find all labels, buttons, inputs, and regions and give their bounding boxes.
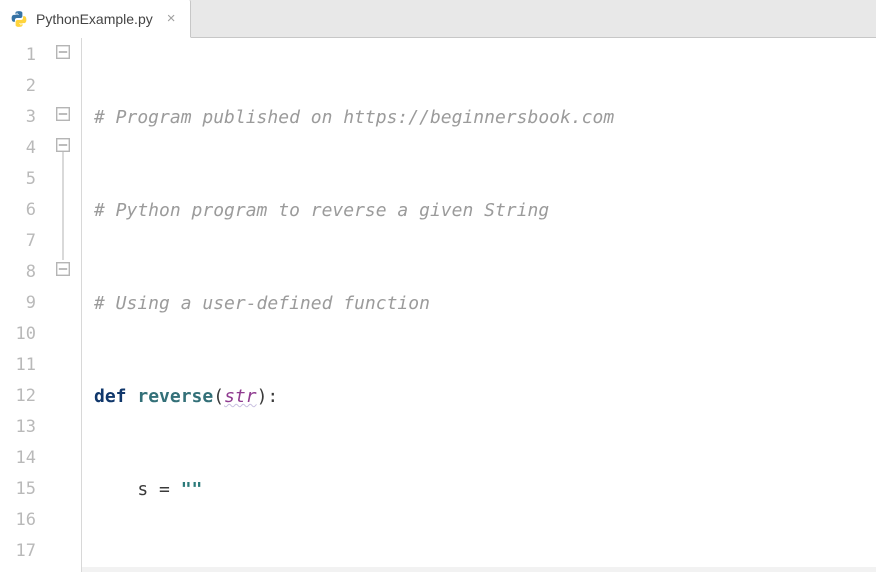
- line-number: 11: [0, 350, 48, 381]
- operator: =: [148, 479, 181, 500]
- code-editor[interactable]: 1234567891011121314151617 # Program publ…: [0, 38, 876, 572]
- tab-filename: PythonExample.py: [36, 11, 153, 27]
- line-number: 4: [0, 133, 48, 164]
- fold-end-marker-icon[interactable]: [56, 262, 70, 276]
- line-number-gutter: 1234567891011121314151617: [0, 38, 48, 572]
- line-number: 16: [0, 505, 48, 536]
- string-literal: "": [181, 479, 203, 500]
- file-tab[interactable]: PythonExample.py ×: [0, 0, 191, 38]
- fold-region-marker-icon[interactable]: [56, 45, 70, 59]
- comment: # Using a user-defined function: [94, 293, 430, 314]
- tab-bar: PythonExample.py ×: [0, 0, 876, 38]
- line-number: 17: [0, 536, 48, 567]
- line-number: 6: [0, 195, 48, 226]
- line-number: 12: [0, 381, 48, 412]
- code-line: # Program published on https://beginners…: [94, 102, 876, 133]
- close-tab-button[interactable]: ×: [167, 10, 176, 27]
- line-number: 2: [0, 71, 48, 102]
- line-number: 13: [0, 412, 48, 443]
- line-number: 7: [0, 226, 48, 257]
- code-area[interactable]: # Program published on https://beginners…: [82, 38, 876, 572]
- line-number: 8: [0, 257, 48, 288]
- code-line: # Using a user-defined function: [94, 288, 876, 319]
- code-line: # Python program to reverse a given Stri…: [94, 195, 876, 226]
- code-line: s = "": [94, 474, 876, 505]
- comment: # Program published on https://beginners…: [94, 107, 614, 128]
- punct: ):: [257, 386, 279, 407]
- line-number: 1: [0, 40, 48, 71]
- indent: [94, 479, 137, 500]
- fold-gutter: [48, 38, 82, 572]
- line-number: 3: [0, 102, 48, 133]
- comment: # Python program to reverse a given Stri…: [94, 200, 549, 221]
- fold-guide-line: [62, 152, 64, 260]
- code-line: def reverse(str):: [94, 381, 876, 412]
- line-number: 14: [0, 443, 48, 474]
- line-number: 9: [0, 288, 48, 319]
- line-number: 15: [0, 474, 48, 505]
- fold-collapse-marker-icon[interactable]: [56, 107, 70, 121]
- identifier: s: [137, 479, 148, 500]
- function-name: reverse: [137, 386, 213, 407]
- punct: (: [213, 386, 224, 407]
- parameter: str: [224, 386, 257, 407]
- fold-collapse-marker-icon[interactable]: [56, 138, 70, 152]
- keyword: def: [94, 386, 137, 407]
- line-number: 5: [0, 164, 48, 195]
- line-number: 10: [0, 319, 48, 350]
- code-line-highlighted: for ch in str:: [82, 567, 876, 572]
- python-file-icon: [10, 10, 28, 28]
